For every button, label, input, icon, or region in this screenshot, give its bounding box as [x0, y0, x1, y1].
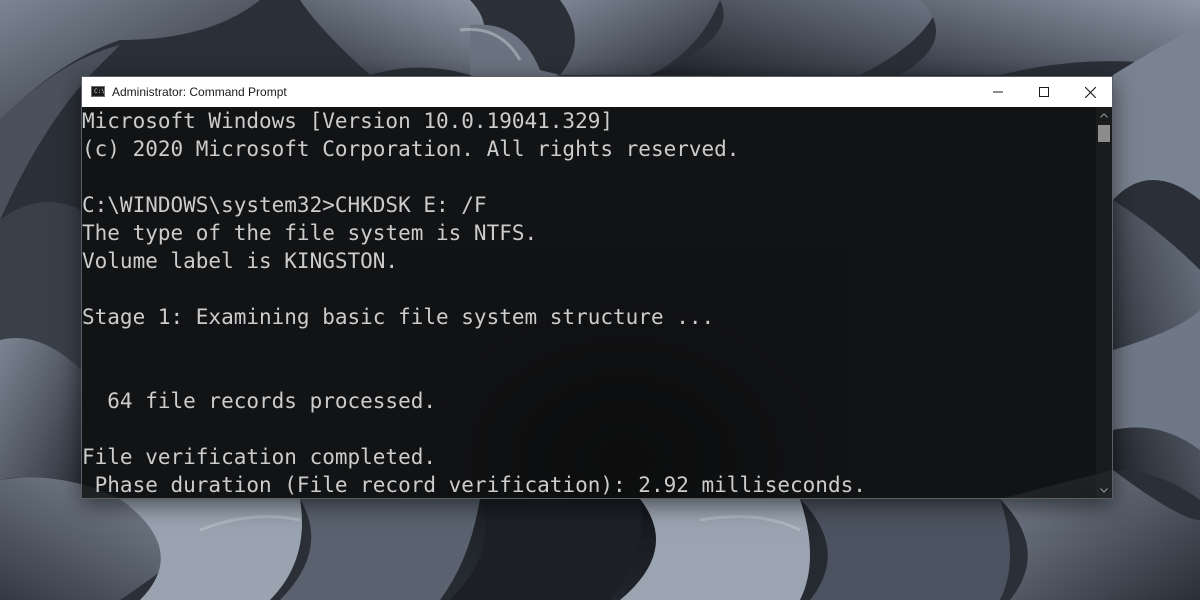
maximize-button[interactable]: [1021, 77, 1067, 107]
minimize-icon: [993, 91, 1003, 93]
vertical-scrollbar[interactable]: [1096, 107, 1112, 498]
title-bar[interactable]: C:\ Administrator: Command Prompt: [82, 77, 1112, 107]
console-line: File verification completed.: [82, 445, 437, 469]
chevron-up-icon: [1100, 112, 1108, 118]
console-line: 64 file records processed.: [82, 389, 437, 413]
command-prompt-window: C:\ Administrator: Command Prompt Micros…: [81, 76, 1113, 499]
scroll-down-button[interactable]: [1096, 482, 1112, 498]
chevron-down-icon: [1100, 487, 1108, 493]
console-line: C:\WINDOWS\system32>CHKDSK E: /F: [82, 193, 487, 217]
console-output[interactable]: Microsoft Windows [Version 10.0.19041.32…: [82, 107, 1096, 498]
console-line: Phase duration (File record verification…: [82, 473, 866, 497]
console-line: Volume label is KINGSTON.: [82, 249, 399, 273]
close-icon: [1084, 86, 1096, 98]
cmd-console-icon[interactable]: C:\: [91, 86, 105, 97]
scroll-thumb[interactable]: [1098, 125, 1110, 142]
console-line: Microsoft Windows [Version 10.0.19041.32…: [82, 109, 614, 133]
minimize-button[interactable]: [975, 77, 1021, 107]
console-line: (c) 2020 Microsoft Corporation. All righ…: [82, 137, 740, 161]
window-title: Administrator: Command Prompt: [112, 85, 287, 99]
console-line: Stage 1: Examining basic file system str…: [82, 305, 715, 329]
maximize-icon: [1039, 87, 1049, 97]
scroll-up-button[interactable]: [1096, 107, 1112, 123]
console-line: The type of the file system is NTFS.: [82, 221, 538, 245]
close-button[interactable]: [1067, 77, 1113, 107]
